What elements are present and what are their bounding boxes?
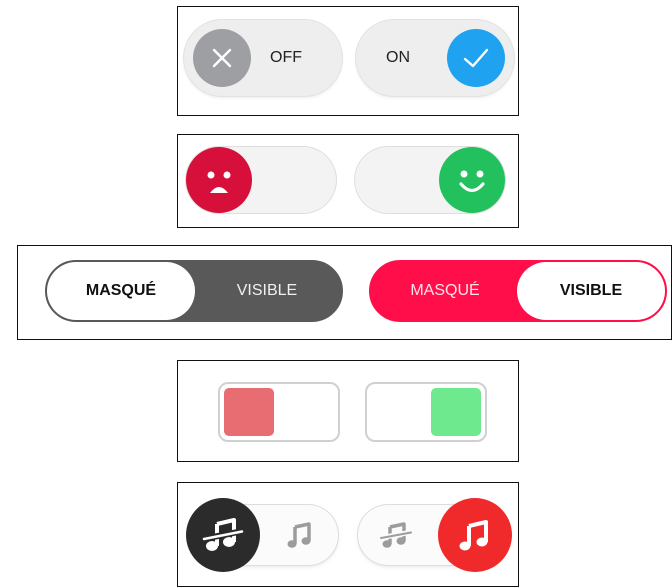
visibility-toggle-masque[interactable]: MASQUÉ VISIBLE <box>45 260 343 322</box>
on-toggle[interactable]: ON <box>356 20 514 96</box>
visibility-toggle-panel: MASQUÉ VISIBLE MASQUÉ VISIBLE <box>17 245 672 340</box>
on-label: ON <box>386 49 410 66</box>
sad-toggle[interactable] <box>186 147 336 213</box>
sad-face-icon <box>186 147 252 213</box>
off-label: OFF <box>270 49 302 66</box>
music-note-icon <box>270 505 330 565</box>
music-muted-icon <box>366 505 426 565</box>
masque-option[interactable]: MASQUÉ <box>371 262 519 320</box>
music-toggle-on[interactable] <box>358 498 512 572</box>
mood-toggle-panel <box>177 134 519 228</box>
square-knob-off <box>224 388 274 436</box>
visible-option[interactable]: VISIBLE <box>193 262 341 320</box>
visible-option[interactable]: VISIBLE <box>517 262 665 320</box>
off-toggle[interactable]: OFF <box>184 20 342 96</box>
happy-face-icon <box>439 147 505 213</box>
masque-option[interactable]: MASQUÉ <box>47 262 195 320</box>
music-toggle-panel <box>177 482 519 587</box>
square-knob-on <box>431 388 481 436</box>
music-muted-icon <box>186 498 260 572</box>
music-note-icon <box>438 498 512 572</box>
square-toggle-panel <box>177 360 519 462</box>
check-icon <box>447 29 505 87</box>
happy-toggle[interactable] <box>355 147 505 213</box>
music-toggle-off[interactable] <box>186 498 338 572</box>
close-icon <box>193 29 251 87</box>
visibility-toggle-visible[interactable]: MASQUÉ VISIBLE <box>369 260 667 322</box>
onoff-toggle-panel: OFF ON <box>177 6 519 116</box>
square-toggle-on[interactable] <box>365 382 487 442</box>
square-toggle-off[interactable] <box>218 382 340 442</box>
